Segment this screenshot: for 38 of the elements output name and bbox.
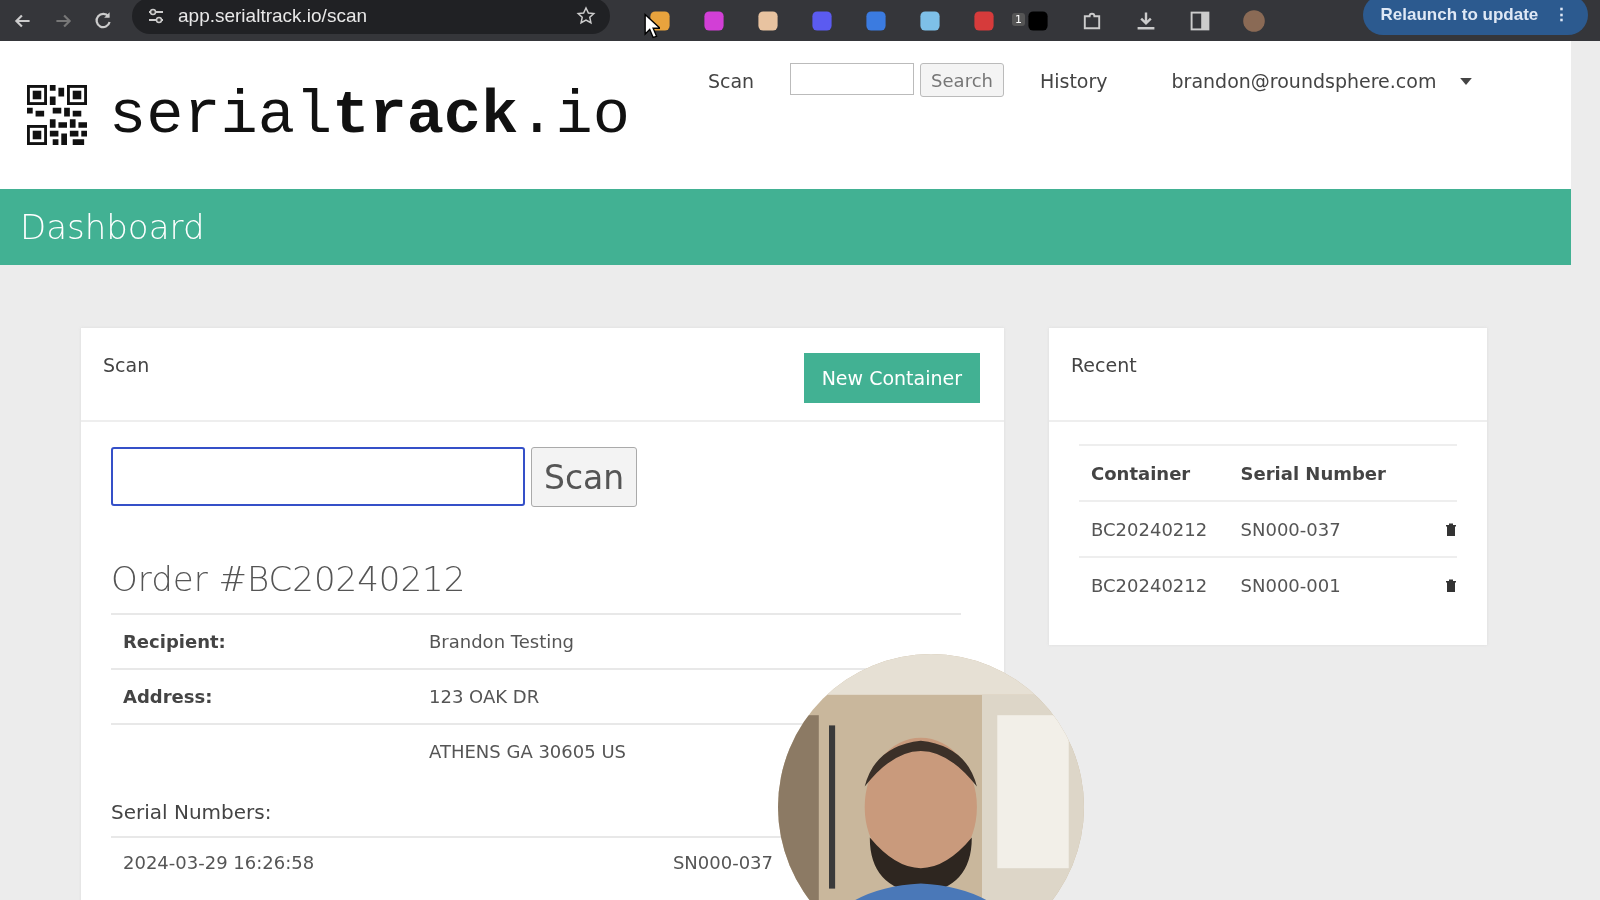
detail-value: ATHENS GA 30605 US <box>429 741 626 762</box>
search-button[interactable]: Search <box>920 63 1004 97</box>
extension-icon[interactable] <box>756 8 780 33</box>
card-title: Recent <box>1071 354 1137 376</box>
relaunch-button[interactable]: Relaunch to update ⋮ <box>1362 0 1588 35</box>
detail-label: Address: <box>123 686 214 707</box>
detail-value: Brandon Testing <box>429 631 575 652</box>
column-header: Serial Number <box>1240 462 1387 484</box>
star-icon[interactable] <box>576 5 596 26</box>
table-cell-text: BC20240212 <box>1091 518 1209 540</box>
user-menu[interactable]: brandon@roundsphere.com <box>1171 63 1473 99</box>
cursor-icon <box>644 13 660 39</box>
search-field[interactable] <box>790 63 915 95</box>
extension-badge: 1 <box>1012 12 1025 26</box>
scan-date: 2024-03-29 16:26:58 <box>123 852 315 873</box>
avatar-icon[interactable] <box>1242 8 1266 33</box>
table-cell-text: SN000-037 <box>1240 518 1342 540</box>
order-title: Order #BC20240212 <box>111 559 467 599</box>
extension-icon[interactable] <box>918 8 942 33</box>
trash-icon[interactable] <box>1445 577 1457 593</box>
trash-icon[interactable] <box>1445 521 1457 537</box>
page-title: Dashboard <box>20 207 205 247</box>
url-text: app.serialtrack.io/scan <box>178 4 369 27</box>
table-cell-text: SN000-001 <box>1240 574 1342 596</box>
address-bar[interactable]: app.serialtrack.io/scan <box>132 0 610 34</box>
nav-link[interactable]: Scan <box>707 63 755 99</box>
detail-value: 123 OAK DR <box>429 686 540 707</box>
logo-text: serialtrack.io <box>109 79 630 151</box>
detail-label: Recipient: <box>123 631 227 652</box>
serial-number: SN000-037 <box>672 852 773 873</box>
caret-icon <box>1460 77 1473 85</box>
nav-link[interactable]: History <box>1039 63 1108 99</box>
scan-button[interactable]: Scan <box>531 447 638 507</box>
card-title: Scan <box>103 354 150 376</box>
scan-input[interactable] <box>111 447 525 506</box>
qr-code-icon <box>27 85 87 145</box>
column-header: Container <box>1091 462 1192 484</box>
table-cell-text: BC20240212 <box>1091 574 1209 596</box>
